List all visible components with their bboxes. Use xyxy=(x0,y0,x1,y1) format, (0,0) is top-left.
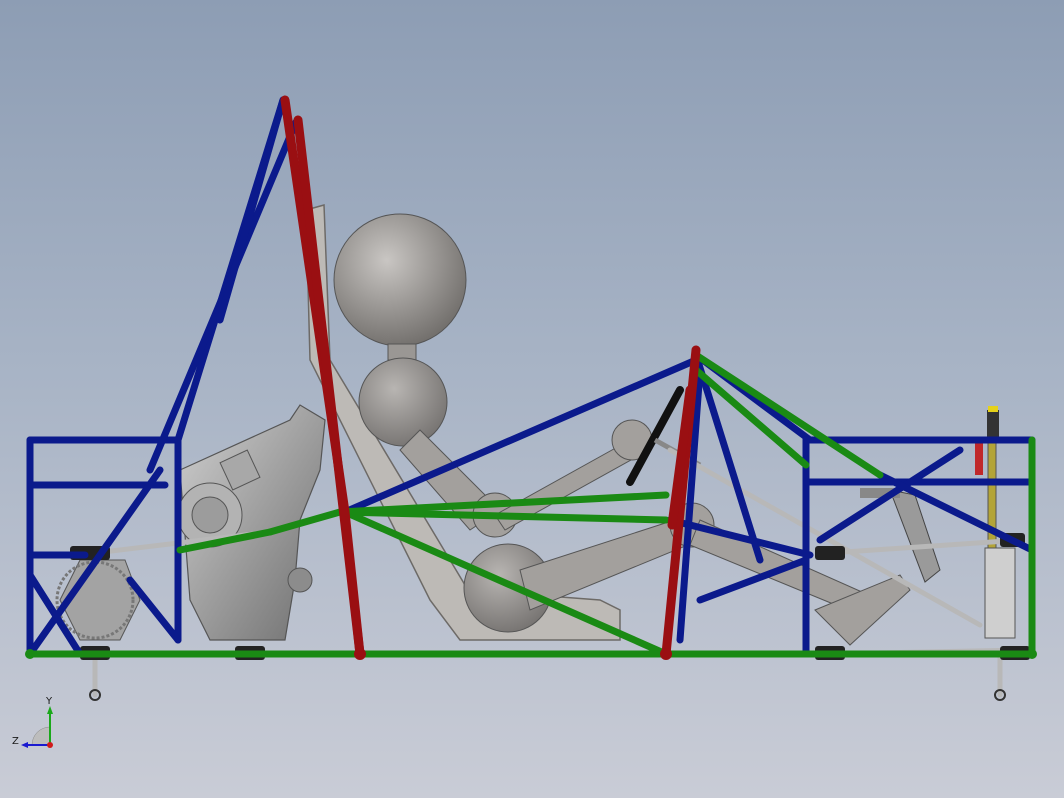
reference-triad[interactable]: Y Z xyxy=(10,696,60,755)
graphics-viewport[interactable]: Y Z xyxy=(0,0,1064,798)
triad-z-label: Z xyxy=(12,736,19,747)
triad-y-label: Y xyxy=(46,696,53,707)
chassis-model-view[interactable] xyxy=(0,0,1064,798)
